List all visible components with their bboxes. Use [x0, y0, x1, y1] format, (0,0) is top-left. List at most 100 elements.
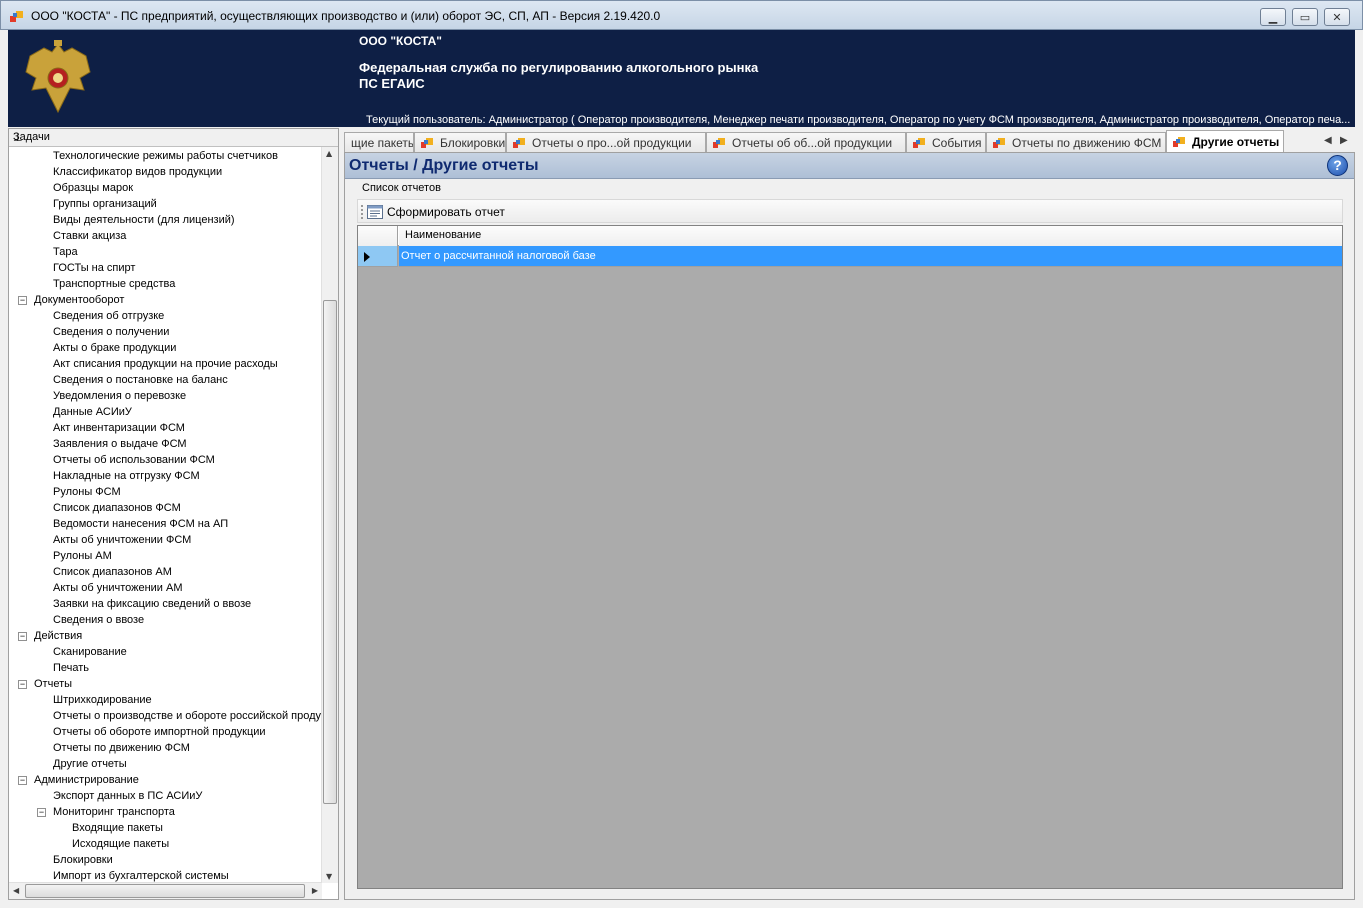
tab-scroll-left-icon[interactable]: ◀ [1324, 135, 1332, 146]
tree-item[interactable]: Рулоны ФСМ [53, 484, 121, 500]
tab-4[interactable]: События [906, 132, 986, 153]
tree-item[interactable]: Импорт из бухгалтерской системы [53, 868, 229, 883]
tree-item[interactable]: Сведения о постановке на баланс [53, 372, 228, 388]
tree-item[interactable]: Технологические режимы работы счетчиков [53, 148, 278, 164]
tree-item[interactable]: Отчеты [34, 676, 72, 692]
tree-item[interactable]: Ставки акциза [53, 228, 126, 244]
tree-horizontal-scrollbar[interactable]: ◀ ▶ [9, 882, 322, 899]
tree-horizontal-scroll-thumb[interactable] [25, 884, 305, 898]
tree-item[interactable]: Накладные на отгрузку ФСМ [53, 468, 200, 484]
tree-item[interactable]: ГОСТы на спирт [53, 260, 135, 276]
grid-header: Наименование [358, 226, 1342, 246]
tree-item[interactable]: Данные АСИиУ [53, 404, 132, 420]
close-button[interactable]: ✕ [1324, 8, 1350, 26]
tree-item[interactable]: Акт списания продукции на прочие расходы [53, 356, 278, 372]
tree-item[interactable]: Уведомления о перевозке [53, 388, 186, 404]
tree-item[interactable]: Документооборот [34, 292, 124, 308]
toolbar-grip [361, 205, 363, 219]
tree-item[interactable]: Акты об уничтожении ФСМ [53, 532, 191, 548]
report-tab-icon [513, 138, 525, 148]
tree-item[interactable]: Акт инвентаризации ФСМ [53, 420, 185, 436]
tree-item[interactable]: Мониторинг транспорта [53, 804, 175, 820]
tab-label: Отчеты о про...ой продукции [532, 136, 692, 150]
tree-item[interactable]: Отчеты о производстве и обороте российск… [53, 708, 321, 724]
pin-icon[interactable]: ⊥ [13, 131, 332, 144]
collapse-icon[interactable]: − [18, 296, 27, 305]
tree-item[interactable]: Блокировки [53, 852, 113, 868]
collapse-icon[interactable]: − [37, 808, 46, 817]
column-header-name[interactable]: Наименование [399, 226, 1342, 246]
tab-0[interactable]: щие пакеты [344, 132, 414, 153]
tab-6[interactable]: Другие отчеты [1166, 130, 1284, 153]
tree-item[interactable]: Транспортные средства [53, 276, 175, 292]
tree-item[interactable]: Список диапазонов АМ [53, 564, 172, 580]
minimize-icon: ▁ [1268, 10, 1278, 24]
tree-item[interactable]: Отчеты об использовании ФСМ [53, 452, 215, 468]
tab-1[interactable]: Блокировки [414, 132, 506, 153]
window-titlebar: ООО "КОСТА" - ПС предприятий, осуществля… [0, 0, 1363, 30]
tree-item[interactable]: Действия [34, 628, 82, 644]
tree-item[interactable]: Администрирование [34, 772, 139, 788]
collapse-icon[interactable]: − [18, 680, 27, 689]
tree-item[interactable]: Образцы марок [53, 180, 133, 196]
tree-item[interactable]: Группы организаций [53, 196, 157, 212]
tree-item[interactable]: Рулоны АМ [53, 548, 112, 564]
tree-item[interactable]: Заявки на фиксацию сведений о ввозе [53, 596, 251, 612]
tasks-panel: Задачи ⊥ Технологические режимы работы с… [8, 128, 339, 900]
tree-item[interactable]: Сканирование [53, 644, 127, 660]
help-icon[interactable]: ? [1327, 155, 1348, 176]
tree-item[interactable]: Заявления о выдаче ФСМ [53, 436, 187, 452]
task-tree: Технологические режимы работы счетчиков К… [9, 147, 322, 883]
maximize-button[interactable]: ▭ [1292, 8, 1318, 26]
generate-report-button[interactable]: Сформировать отчет [367, 202, 505, 222]
report-tab-icon [993, 138, 1005, 148]
service-name: Федеральная служба по регулированию алко… [359, 60, 759, 75]
tree-vertical-scroll-thumb[interactable] [323, 300, 337, 804]
tree-item[interactable]: Акты об уничтожении АМ [53, 580, 183, 596]
tree-item[interactable]: Входящие пакеты [72, 820, 163, 836]
tree-item[interactable]: Исходящие пакеты [72, 836, 169, 852]
scroll-left-icon[interactable]: ◀ [13, 886, 19, 895]
header-banner: ООО "КОСТА" Федеральная служба по регули… [8, 30, 1355, 127]
table-row[interactable]: Отчет о рассчитанной налоговой базе [358, 246, 1342, 267]
minimize-button[interactable]: ▁ [1260, 8, 1286, 26]
tree-item[interactable]: Другие отчеты [53, 756, 127, 772]
tree-item[interactable]: Экспорт данных в ПС АСИиУ [53, 788, 202, 804]
tree-item[interactable]: Сведения о ввозе [53, 612, 144, 628]
scroll-up-icon[interactable]: ▲ [326, 149, 332, 158]
row-selector-icon[interactable] [358, 246, 398, 267]
collapse-icon[interactable]: − [18, 776, 27, 785]
tab-label: Отчеты об об...ой продукции [732, 136, 893, 150]
tree-item[interactable]: Список диапазонов ФСМ [53, 500, 181, 516]
scroll-down-icon[interactable]: ▼ [326, 872, 332, 881]
tree-item[interactable]: Виды деятельности (для лицензий) [53, 212, 235, 228]
grid-row-header-corner[interactable] [358, 226, 398, 246]
page-title: Отчеты / Другие отчеты [349, 157, 539, 174]
tree-item[interactable]: Отчеты об обороте импортной продукции [53, 724, 266, 740]
tree-item[interactable]: Штрихкодирование [53, 692, 152, 708]
collapse-icon[interactable]: − [18, 632, 27, 641]
tab-label: Блокировки [440, 136, 506, 150]
tree-item[interactable]: Ведомости нанесения ФСМ на АП [53, 516, 228, 532]
tree-item[interactable]: Печать [53, 660, 89, 676]
tree-vertical-scrollbar[interactable]: ▲ ▼ [321, 147, 338, 883]
tree-item[interactable]: Сведения о получении [53, 324, 169, 340]
tab-scroll-right-icon[interactable]: ▶ [1340, 135, 1348, 146]
tab-label: Другие отчеты [1192, 135, 1280, 149]
report-tab-icon [913, 138, 925, 148]
report-tab-icon [421, 138, 433, 148]
reports-toolbar: Сформировать отчет [357, 199, 1343, 223]
tree-item[interactable]: Классификатор видов продукции [53, 164, 222, 180]
tab-5[interactable]: Отчеты по движению ФСМ [986, 132, 1166, 153]
tree-item[interactable]: Отчеты по движению ФСМ [53, 740, 190, 756]
tree-item[interactable]: Акты о браке продукции [53, 340, 176, 356]
tab-3[interactable]: Отчеты об об...ой продукции [706, 132, 906, 153]
report-name-cell[interactable]: Отчет о рассчитанной налоговой базе [399, 246, 1342, 267]
content-area: Отчеты / Другие отчеты ? Список отчетов … [344, 152, 1355, 900]
tree-item[interactable]: Сведения об отгрузке [53, 308, 164, 324]
report-tab-icon [713, 138, 725, 148]
tab-2[interactable]: Отчеты о про...ой продукции [506, 132, 706, 153]
reports-grid: Наименование Отчет о рассчитанной налого… [357, 225, 1343, 889]
tree-item[interactable]: Тара [53, 244, 78, 260]
scroll-right-icon[interactable]: ▶ [312, 886, 318, 895]
